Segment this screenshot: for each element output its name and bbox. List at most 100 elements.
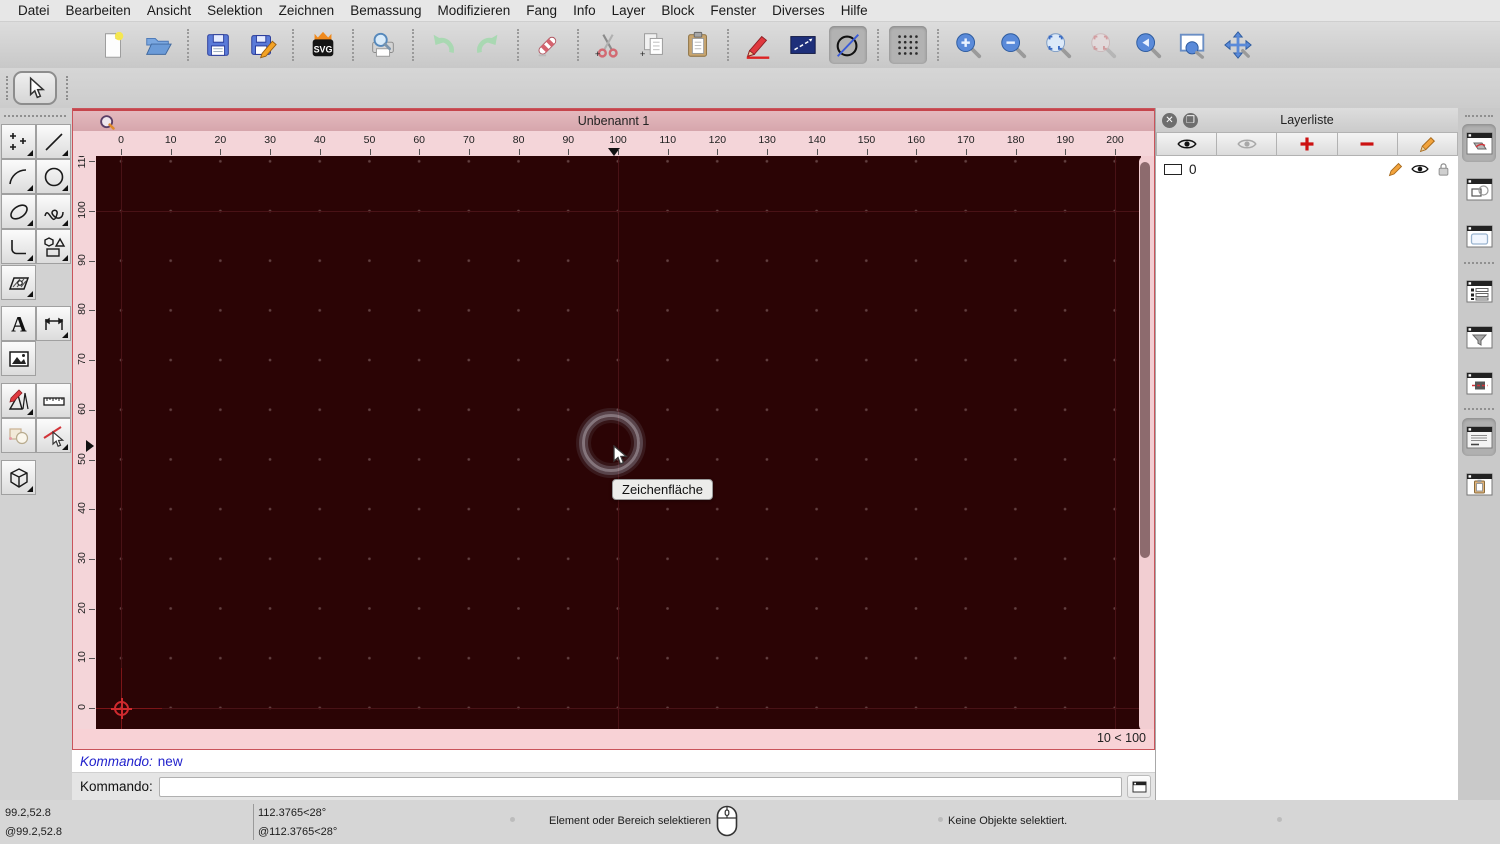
menu-item[interactable]: Diverses bbox=[764, 3, 833, 18]
panel-close-button[interactable]: ✕ bbox=[1162, 112, 1177, 128]
hatch-tool-button[interactable] bbox=[1, 265, 36, 300]
grid-toggle-button[interactable] bbox=[889, 26, 927, 64]
menu-item[interactable]: Zeichnen bbox=[271, 3, 343, 18]
library-browser-panel-toggle[interactable] bbox=[1462, 364, 1496, 402]
cut-button[interactable]: + bbox=[589, 26, 627, 64]
menu-item[interactable]: Hilfe bbox=[833, 3, 876, 18]
previous-view-button[interactable] bbox=[1129, 26, 1167, 64]
zoom-window-button[interactable] bbox=[1174, 26, 1212, 64]
zoom-selection-button[interactable] bbox=[1084, 26, 1122, 64]
v-ruler-tick bbox=[89, 161, 95, 163]
dock-handle[interactable] bbox=[1465, 115, 1493, 117]
view-list-panel-toggle[interactable] bbox=[1462, 217, 1496, 255]
points-tool-button[interactable] bbox=[1, 124, 36, 159]
svg-export-button[interactable]: SVG bbox=[304, 26, 342, 64]
pan-button[interactable] bbox=[1219, 26, 1257, 64]
auto-zoom-button[interactable] bbox=[1039, 26, 1077, 64]
add-layer-button[interactable] bbox=[1277, 132, 1338, 156]
save-as-button[interactable] bbox=[244, 26, 282, 64]
clipboard-panel-toggle[interactable] bbox=[1462, 465, 1496, 503]
line-tool-button[interactable] bbox=[36, 124, 71, 159]
menu-item[interactable]: Bearbeiten bbox=[58, 3, 139, 18]
undo-button[interactable] bbox=[424, 26, 462, 64]
menu-item[interactable]: Modifizieren bbox=[430, 3, 519, 18]
toolbar-handle[interactable] bbox=[66, 76, 68, 100]
panel-float-button[interactable]: ❐ bbox=[1183, 112, 1198, 128]
menu-item[interactable]: Selektion bbox=[199, 3, 271, 18]
menu-item[interactable]: Info bbox=[565, 3, 604, 18]
shapes-tool-button[interactable] bbox=[36, 229, 71, 264]
drawing-preferences-button[interactable] bbox=[739, 26, 777, 64]
statusbar-dot bbox=[510, 817, 515, 822]
solid-tool-button[interactable] bbox=[1, 460, 36, 495]
arc-tool-button[interactable] bbox=[1, 159, 36, 194]
paste-button[interactable] bbox=[679, 26, 717, 64]
new-file-button[interactable] bbox=[94, 26, 132, 64]
print-preview-button[interactable] bbox=[364, 26, 402, 64]
layer-visible-eye-icon[interactable] bbox=[1411, 163, 1429, 175]
image-tool-button[interactable] bbox=[1, 341, 36, 376]
layer-edit-pencil-icon[interactable] bbox=[1388, 162, 1403, 177]
menu-item[interactable]: Fenster bbox=[702, 3, 764, 18]
redo-button[interactable] bbox=[469, 26, 507, 64]
open-file-button[interactable] bbox=[139, 26, 177, 64]
edit-layer-button[interactable] bbox=[1397, 132, 1459, 156]
h-ruler-label: 40 bbox=[313, 134, 326, 146]
polyline-icon bbox=[10, 239, 26, 254]
save-button[interactable] bbox=[199, 26, 237, 64]
menu-item[interactable]: Ansicht bbox=[139, 3, 199, 18]
zoom-out-button[interactable] bbox=[994, 26, 1032, 64]
measure-tool-button[interactable] bbox=[36, 383, 71, 418]
toolbar-handle[interactable] bbox=[6, 76, 8, 100]
show-all-layers-button[interactable] bbox=[1156, 132, 1218, 156]
layer-lock-icon[interactable] bbox=[1437, 162, 1450, 177]
v-ruler-label: 90 bbox=[76, 253, 88, 266]
menu-item[interactable]: Datei bbox=[10, 3, 58, 18]
h-ruler-label: 150 bbox=[857, 134, 876, 146]
draft-mode-button[interactable] bbox=[829, 26, 867, 64]
vertical-scrollbar[interactable] bbox=[1139, 156, 1151, 731]
menu-item[interactable]: Block bbox=[653, 3, 702, 18]
h-ruler-tick bbox=[667, 149, 669, 155]
grid-status-label: 10 < 100 bbox=[1096, 731, 1146, 745]
selection-pointer-button[interactable] bbox=[13, 71, 57, 105]
menu-item[interactable]: Layer bbox=[604, 3, 654, 18]
previous-view-icon bbox=[1136, 33, 1162, 59]
application-preferences-button[interactable] bbox=[784, 26, 822, 64]
selection-filter-panel-toggle[interactable] bbox=[1462, 318, 1496, 356]
drawing-canvas[interactable]: Zeichenfläche bbox=[96, 156, 1141, 731]
layer-color-swatch[interactable] bbox=[1164, 163, 1182, 175]
undo-icon bbox=[433, 34, 454, 53]
document-window: Unbenannt 1 0 10 20 30 40 50 60 70 80 90 100 110 120… bbox=[72, 108, 1155, 750]
palette-handle[interactable] bbox=[4, 115, 66, 117]
modify-tools-button[interactable] bbox=[1, 383, 36, 418]
circle-line-icon bbox=[836, 34, 859, 57]
document-titlebar[interactable]: Unbenannt 1 bbox=[73, 109, 1154, 131]
copy-button[interactable]: + bbox=[634, 26, 672, 64]
zoom-in-button[interactable] bbox=[949, 26, 987, 64]
spline-tool-button[interactable] bbox=[36, 194, 71, 229]
command-line-panel-toggle[interactable] bbox=[1462, 418, 1496, 456]
text-tool-button[interactable]: A bbox=[1, 306, 36, 341]
layer-row[interactable]: 0 bbox=[1156, 158, 1458, 180]
menu-item[interactable]: Bemassung bbox=[342, 3, 429, 18]
command-input[interactable] bbox=[158, 776, 1122, 797]
remove-layer-button[interactable] bbox=[1337, 132, 1398, 156]
circle-tool-button[interactable] bbox=[36, 159, 71, 194]
block-list-panel-toggle[interactable] bbox=[1462, 170, 1496, 208]
dimension-tool-button[interactable] bbox=[36, 306, 71, 341]
block-edit-tool-button[interactable] bbox=[1, 418, 36, 453]
ellipse-tool-button[interactable] bbox=[1, 194, 36, 229]
vertical-scrollbar-thumb[interactable] bbox=[1140, 162, 1150, 558]
menu-item[interactable]: Fang bbox=[518, 3, 565, 18]
layer-list-panel-toggle[interactable] bbox=[1462, 124, 1496, 162]
property-editor-panel-toggle[interactable] bbox=[1462, 272, 1496, 310]
hide-all-layers-button[interactable] bbox=[1217, 132, 1278, 156]
snap-tool-button[interactable] bbox=[36, 418, 71, 453]
command-history-value: new bbox=[157, 753, 183, 769]
toolbar-separator bbox=[187, 29, 189, 61]
delete-eraser-button[interactable] bbox=[529, 26, 567, 64]
polyline-tool-button[interactable] bbox=[1, 229, 36, 264]
meta-grid-line bbox=[96, 211, 1141, 212]
command-window-toggle-button[interactable] bbox=[1127, 775, 1151, 798]
